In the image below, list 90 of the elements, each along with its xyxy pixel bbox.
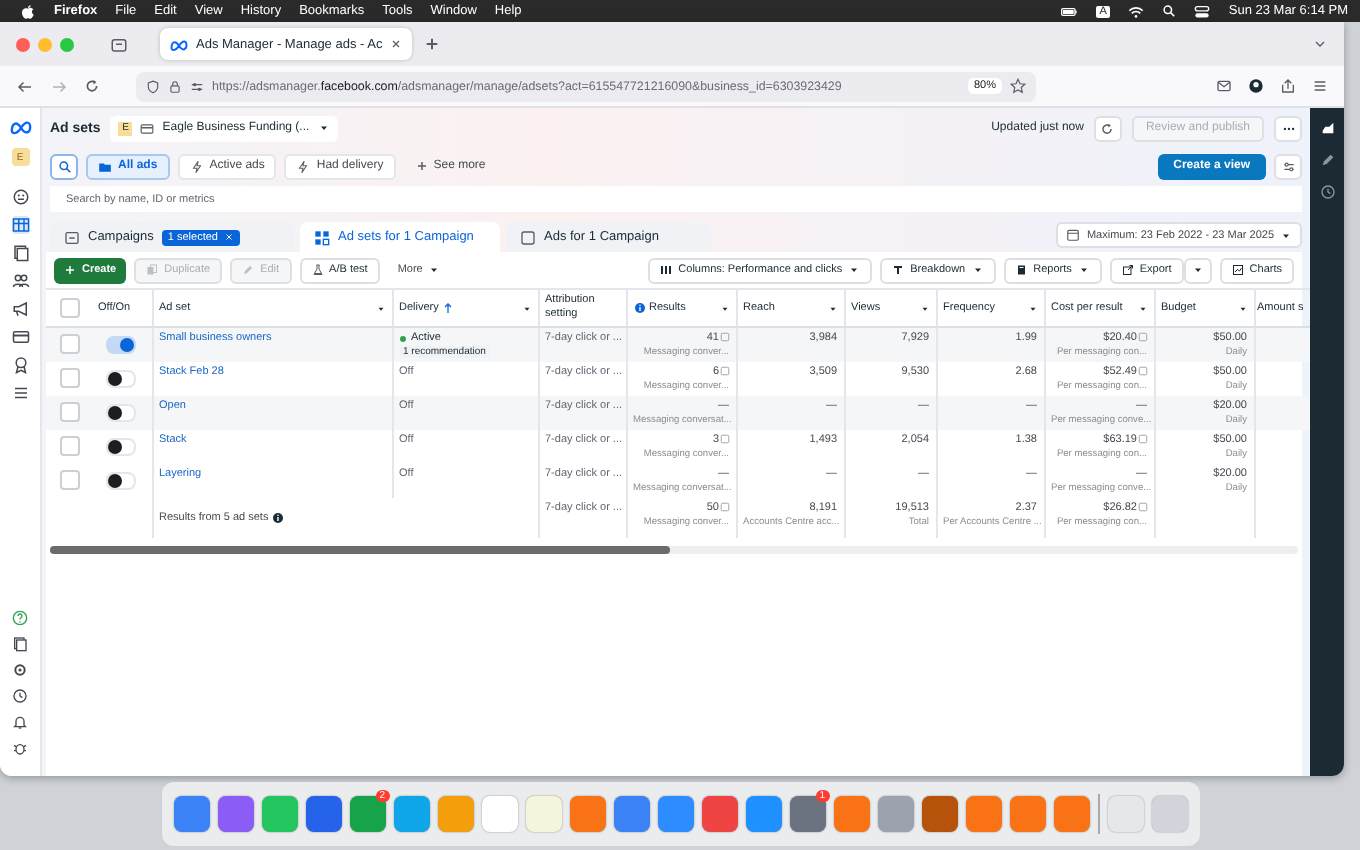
refresh-icon (1100, 121, 1115, 135)
chevron-down-icon[interactable] (1312, 36, 1328, 52)
credit-card-icon[interactable] (11, 328, 29, 346)
search-button[interactable] (50, 153, 78, 179)
bug-icon[interactable] (12, 740, 28, 756)
plus-icon (415, 160, 428, 172)
control-center-icon[interactable] (1194, 3, 1211, 19)
square-icon (520, 229, 536, 245)
on-off-toggle[interactable] (106, 336, 137, 354)
clock-icon[interactable] (1319, 184, 1335, 200)
bar-chart-icon[interactable] (1319, 120, 1335, 136)
bookmark-star-icon[interactable] (1010, 78, 1026, 94)
app-icon[interactable] (305, 795, 341, 831)
pencil-icon (242, 264, 255, 276)
pages-icon[interactable] (11, 244, 29, 262)
app-icon[interactable] (701, 795, 737, 831)
shield-icon (146, 79, 160, 93)
table-icon[interactable] (11, 216, 29, 234)
close-icon[interactable] (390, 38, 403, 50)
share-icon[interactable] (1280, 78, 1296, 94)
caret-icon (1191, 264, 1204, 276)
wifi-icon[interactable] (1128, 3, 1145, 19)
export-icon (1121, 264, 1134, 276)
lightning-icon (189, 159, 204, 173)
meta-logo-icon[interactable] (9, 116, 31, 138)
row-checkbox[interactable] (59, 402, 79, 422)
lightning-icon (296, 159, 311, 173)
on-off-toggle[interactable] (106, 404, 137, 422)
chart-icon (1231, 264, 1244, 276)
flask-icon (311, 264, 324, 276)
row-checkbox[interactable] (59, 436, 79, 456)
app-icon[interactable] (173, 795, 209, 831)
caret-icon (317, 122, 330, 134)
caret-icon (971, 264, 984, 276)
pages-icon[interactable] (12, 636, 28, 652)
app-icon[interactable] (745, 795, 781, 831)
calendar-icon (1066, 228, 1081, 242)
on-off-toggle[interactable] (106, 472, 137, 490)
award-badge-icon[interactable] (11, 356, 29, 374)
clock-icon[interactable] (12, 688, 28, 704)
app-icon[interactable] (921, 795, 957, 831)
help-icon[interactable] (12, 610, 28, 626)
select-all-checkbox[interactable] (59, 298, 79, 318)
status-dot (399, 335, 405, 341)
apple-icon[interactable] (20, 3, 36, 19)
battery-icon[interactable] (1059, 3, 1078, 19)
caret-icon (428, 264, 441, 276)
app-icon[interactable] (217, 795, 253, 831)
folder-icon (64, 229, 80, 245)
menu-icon[interactable] (11, 384, 29, 402)
bell-icon[interactable] (12, 714, 28, 730)
tab-overview-icon[interactable] (110, 35, 128, 53)
refresh-button[interactable] (1093, 115, 1122, 141)
people-icon[interactable] (11, 272, 29, 290)
caret-icon (1280, 229, 1292, 241)
meta-logo-icon (170, 35, 188, 53)
back-icon[interactable] (16, 77, 34, 95)
settings-button[interactable] (1274, 153, 1302, 179)
pencil-icon[interactable] (1319, 152, 1335, 168)
mail-icon[interactable] (1216, 78, 1232, 94)
app-icon[interactable] (613, 795, 649, 831)
search-icon[interactable] (1162, 4, 1177, 18)
row-checkbox[interactable] (59, 334, 79, 354)
reload-icon[interactable] (84, 78, 100, 94)
close-icon (223, 232, 234, 242)
sliders-icon (1281, 159, 1295, 173)
plus-icon (64, 264, 76, 276)
settings-icon[interactable] (12, 662, 28, 678)
search-icon (57, 159, 71, 173)
account-icon[interactable] (1248, 78, 1264, 94)
row-checkbox[interactable] (59, 470, 79, 490)
report-icon (1015, 264, 1028, 276)
lock-icon (168, 79, 182, 93)
new-tab-icon[interactable] (424, 36, 441, 52)
megaphone-icon[interactable] (11, 300, 29, 318)
breakdown-icon (892, 264, 905, 276)
row-checkbox[interactable] (59, 368, 79, 388)
horizontal-scrollbar[interactable] (50, 546, 1298, 554)
on-off-toggle[interactable] (106, 370, 137, 388)
grid-icon (314, 229, 330, 245)
store-icon (140, 121, 155, 135)
on-off-toggle[interactable] (106, 438, 137, 456)
copy-icon (146, 264, 159, 276)
permissions-icon (190, 79, 204, 93)
columns-icon (660, 264, 673, 276)
caret-icon (848, 264, 861, 276)
caret-icon (1077, 264, 1090, 276)
app-icon[interactable] (657, 795, 693, 831)
smiley-face-icon[interactable] (11, 188, 29, 206)
folder-icon (98, 159, 112, 173)
